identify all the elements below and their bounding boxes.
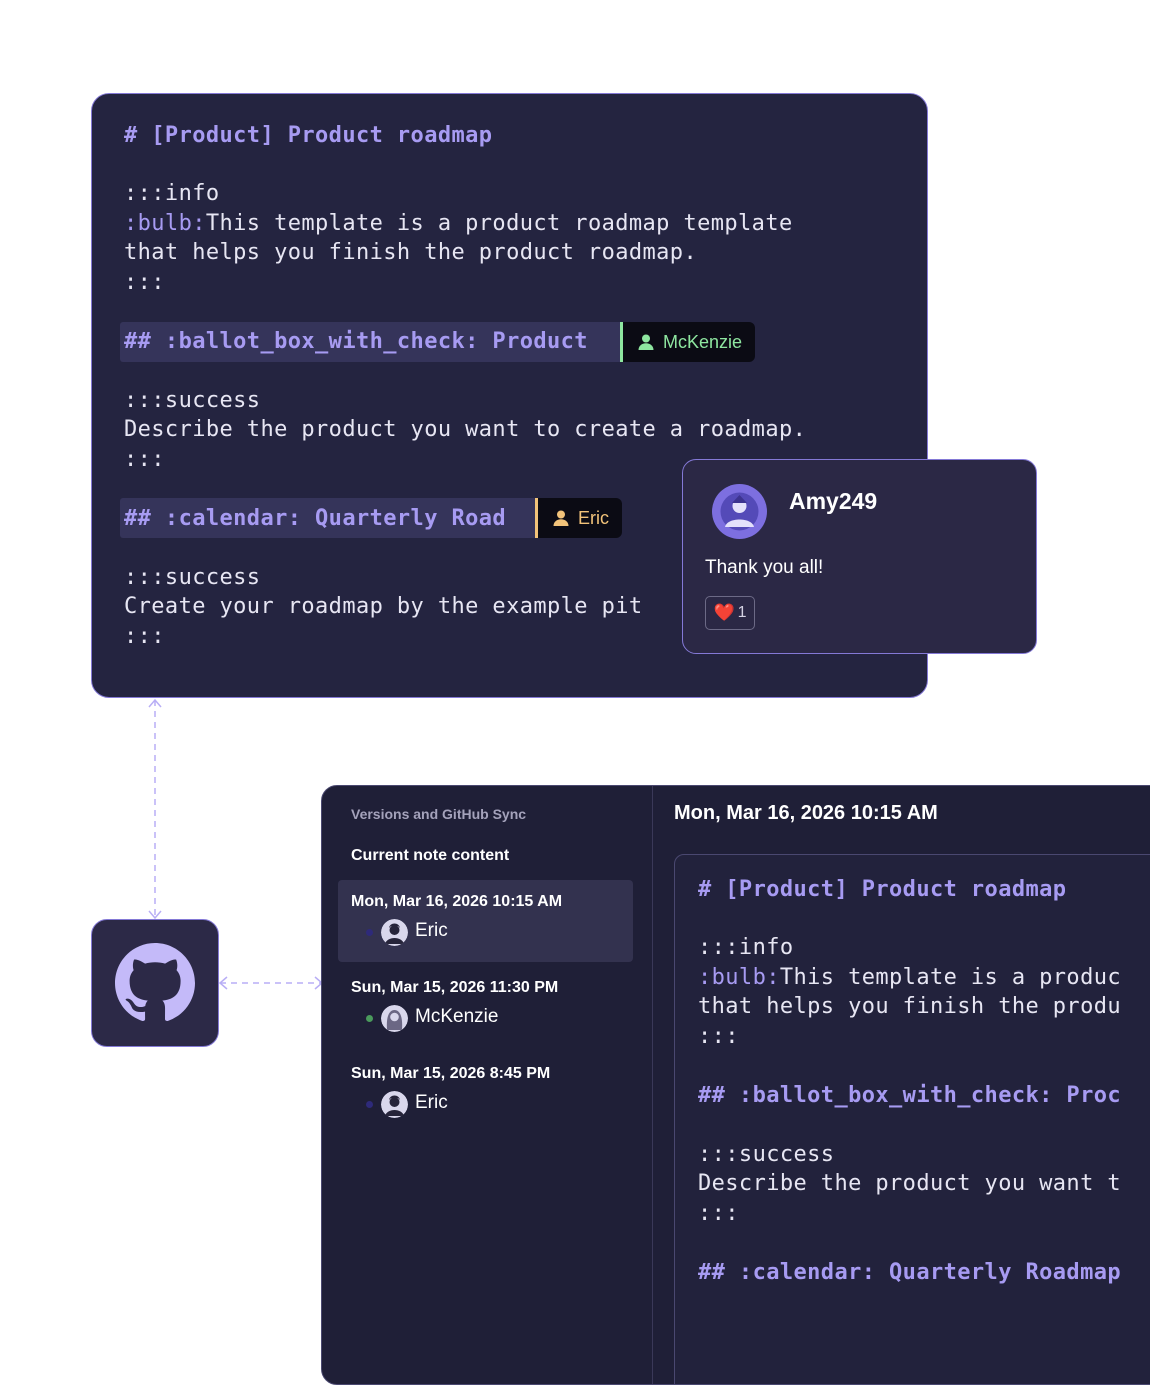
preview-heading-product-line: ## :ballot_box_with_check: Proc [698,1083,1121,1108]
preview-info-close-line: ::: [698,1024,739,1049]
cursor-tag-mckenzie: McKenzie [623,322,756,362]
version-user: Eric [415,1092,448,1113]
version-date: Mon, Mar 16, 2026 10:15 AM [351,893,563,910]
cursor-user-name: Eric [578,507,609,528]
preview-bulb-line-2: that helps you finish the produ [698,994,1121,1019]
success-text-line-2: Create your roadmap by the example pit [124,594,643,619]
preview-info-open-line: :::info [698,935,794,960]
preview-bulb-line: :bulb:This template is a produc [698,963,1121,993]
bulb-line: :bulb:This template is a product roadmap… [124,209,793,239]
avatar [381,1005,408,1032]
bulb-token: :bulb: [124,211,206,236]
reaction-count: 1 [737,604,747,621]
info-open-line: :::info [124,181,220,206]
sync-connector-vertical [148,698,162,920]
version-item[interactable]: Mon, Mar 16, 2026 10:15 AM Eric [338,880,633,962]
info-close-line: ::: [124,270,165,295]
preview-title-line: # [Product] Product roadmap [698,877,1067,902]
note-title-line: # [Product] Product roadmap [124,123,493,148]
preview-success-close-line: ::: [698,1201,739,1226]
version-item[interactable]: Sun, Mar 15, 2026 11:30 PM McKenzie [338,966,633,1048]
preview-success-text-line: Describe the product you want t [698,1171,1121,1196]
preview-success-open-line: :::success [698,1142,835,1167]
avatar [712,484,767,539]
versions-sidebar: Versions and GitHub Sync Current note co… [322,786,653,1384]
bulb-text: This template is a produc [779,965,1122,990]
cursor-user-name: McKenzie [663,331,743,352]
bulb-text: This template is a product roadmap templ… [205,211,793,236]
user-icon [638,334,654,350]
heading-product-line: ## :ballot_box_with_check: Product [124,329,588,354]
reaction-button[interactable]: ❤️ 1 [705,596,755,630]
version-user: Eric [415,920,448,941]
current-note-content-item[interactable]: Current note content [351,847,509,865]
success-open-line-2: :::success [124,565,261,590]
avatar [381,919,408,946]
success-close-line: ::: [124,447,165,472]
status-dot [366,929,373,936]
cursor-tag-eric: Eric [538,498,622,538]
heart-icon: ❤️ [713,603,735,622]
comment-card: Amy249 Thank you all! ❤️ 1 [682,459,1037,654]
version-user: McKenzie [415,1006,499,1027]
success-close-line-2: ::: [124,624,165,649]
bulb-token: :bulb: [698,965,780,990]
success-text-line: Describe the product you want to create … [124,417,807,442]
github-icon [115,943,195,1022]
user-icon [553,510,569,526]
preview-heading-calendar-line: ## :calendar: Quarterly Roadmap [698,1260,1121,1285]
version-item[interactable]: Sun, Mar 15, 2026 8:45 PM Eric [338,1052,633,1134]
comment-message: Thank you all! [705,557,824,578]
version-date: Sun, Mar 15, 2026 11:30 PM [351,979,559,996]
github-sync-tile[interactable] [91,919,219,1047]
sync-connector-horizontal [218,976,324,990]
status-dot [366,1015,373,1022]
avatar [381,1091,408,1118]
versions-panel: Versions and GitHub Sync Current note co… [321,785,1150,1385]
bulb-line-2: that helps you finish the product roadma… [124,240,698,265]
success-open-line: :::success [124,388,261,413]
version-detail-date: Mon, Mar 16, 2026 10:15 AM [674,802,938,824]
version-preview: # [Product] Product roadmap :::info :bul… [674,854,1150,1384]
status-dot [366,1101,373,1108]
version-date: Sun, Mar 15, 2026 8:45 PM [351,1065,551,1082]
sidebar-title: Versions and GitHub Sync [351,806,527,822]
comment-author: Amy249 [789,488,878,514]
heading-calendar-line: ## :calendar: Quarterly Road [124,506,507,531]
